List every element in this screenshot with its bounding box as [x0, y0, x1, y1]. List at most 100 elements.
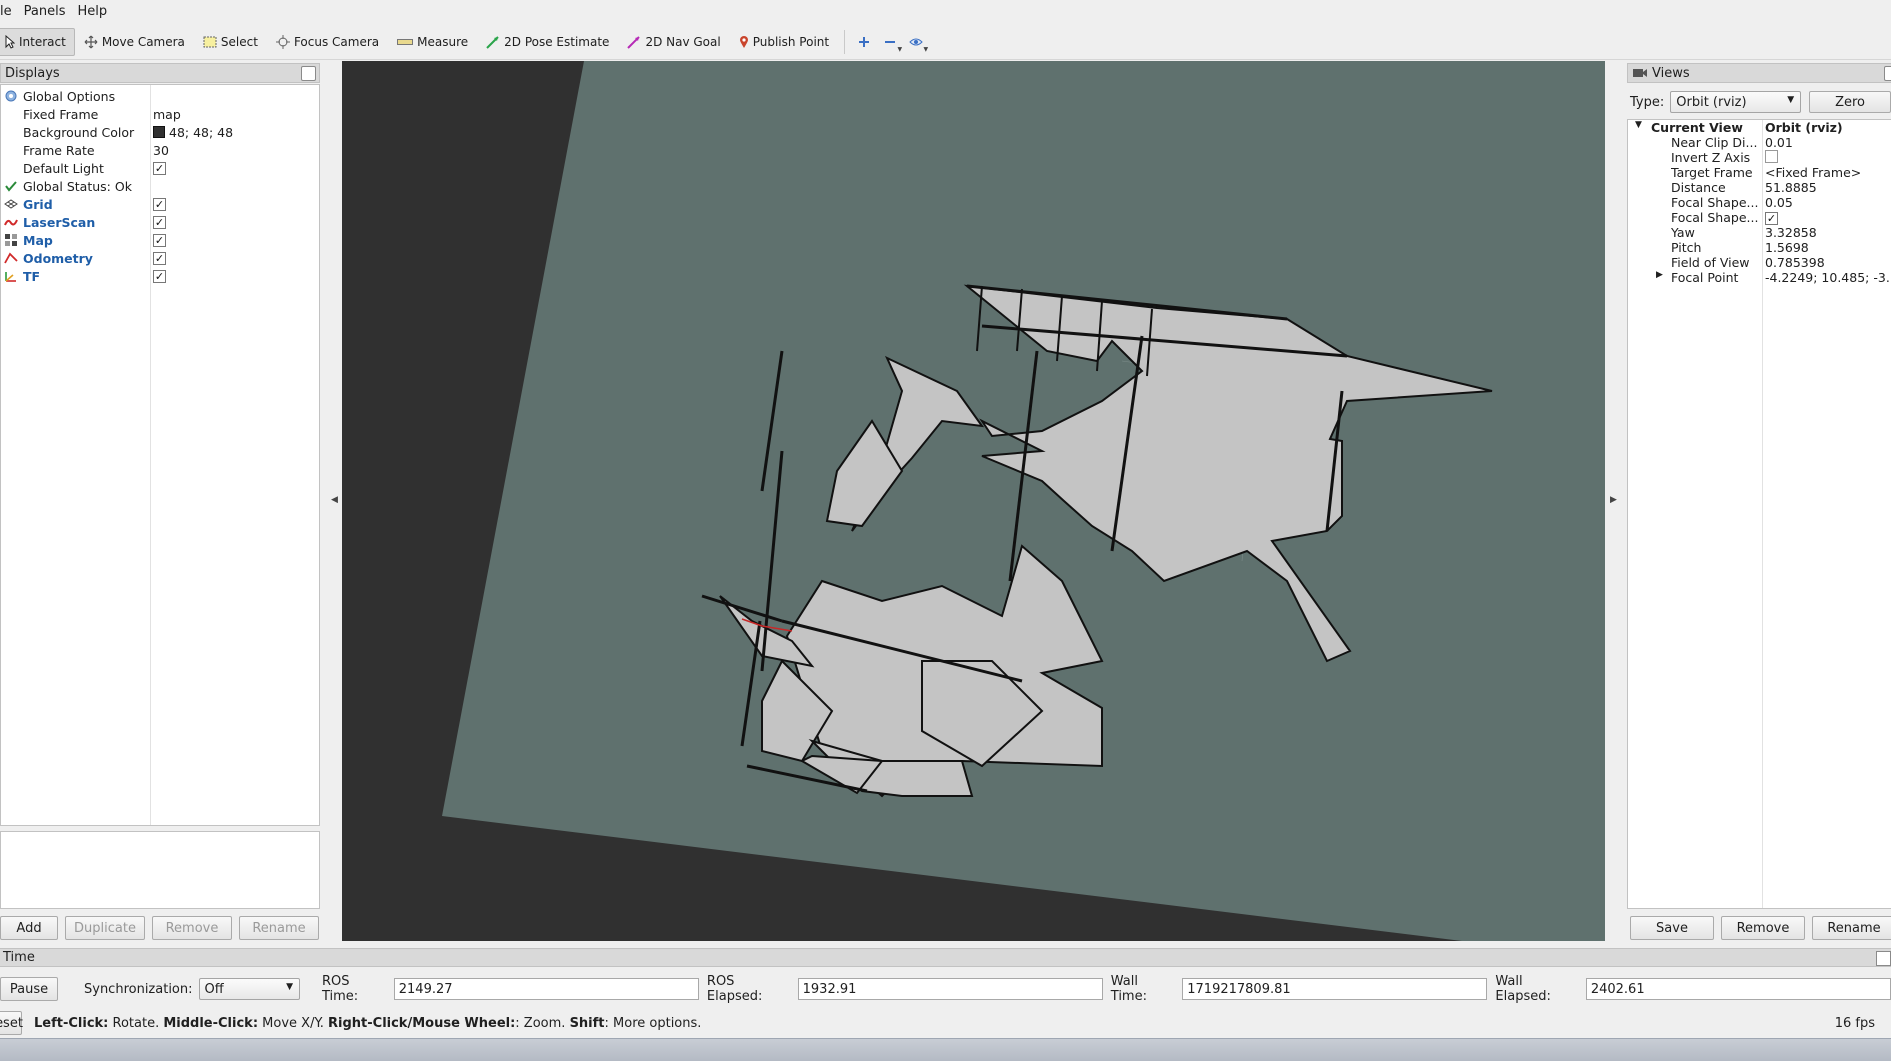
measure-tool-button[interactable]: Measure	[388, 28, 477, 56]
expand-arrow-icon[interactable]: ▼	[1635, 120, 1642, 130]
view-property-label: Yaw	[1671, 225, 1695, 240]
global-options-label: Global Options	[23, 88, 116, 104]
panel-float-button[interactable]	[301, 66, 316, 81]
desktop-taskbar-strip	[0, 1038, 1891, 1061]
view-property-value[interactable]: 0.05	[1765, 195, 1891, 210]
displays-button-row: Add Duplicate Remove Rename	[0, 916, 319, 940]
view-property-value[interactable]: 1.5698	[1765, 240, 1891, 255]
view-property-value[interactable]: 0.01	[1765, 135, 1891, 150]
frame-rate-value[interactable]: 30	[153, 143, 169, 158]
fps-readout: 16 fps	[1834, 1015, 1875, 1031]
view-property-row[interactable]: Near Clip Di... 0.01	[1628, 135, 1891, 150]
expand-arrow-icon[interactable]: ▶	[1656, 270, 1663, 280]
view-property-row[interactable]: Distance 51.8885	[1628, 180, 1891, 195]
ros-time-field[interactable]: 2149.27	[393, 978, 699, 1000]
view-property-row[interactable]: Field of View 0.785398	[1628, 255, 1891, 270]
view-property-value[interactable]: -4.2249; 10.485; -3...	[1765, 270, 1891, 285]
panel-float-button[interactable]	[1884, 66, 1891, 81]
chevron-down-icon: ▼	[897, 45, 903, 53]
duplicate-display-button[interactable]: Duplicate	[65, 916, 145, 940]
pause-button[interactable]: Pause	[0, 977, 58, 1001]
menu-panels[interactable]: Panels	[18, 0, 72, 24]
display-item-checkbox[interactable]: ✓	[153, 197, 166, 211]
remove-tool-button[interactable]: ▼	[877, 29, 903, 55]
tool-visibility-button[interactable]: ▼	[903, 29, 929, 55]
views-button-row: Save Remove Rename	[1630, 916, 1891, 940]
display-item-checkbox[interactable]: ✓	[153, 215, 166, 229]
reset-button[interactable]: eset	[0, 1011, 23, 1035]
view-property-row[interactable]: Focal Shape... ✓	[1628, 210, 1891, 225]
toolbar: Interact Move Camera Select Focus Camera…	[0, 24, 1891, 60]
current-view-row[interactable]: ▼ Current View Orbit (rviz)	[1628, 120, 1891, 135]
default-light-checkbox[interactable]: ✓	[153, 161, 166, 175]
fixed-frame-value[interactable]: map	[153, 107, 181, 122]
fixed-frame-row[interactable]: Fixed Frame map	[1, 105, 319, 123]
view-property-row[interactable]: ▶ Focal Point -4.2249; 10.485; -3...	[1628, 270, 1891, 285]
focus-camera-tool-button[interactable]: Focus Camera	[267, 28, 388, 56]
add-tool-button[interactable]	[851, 29, 877, 55]
default-light-row[interactable]: Default Light ✓	[1, 159, 319, 177]
display-item-odometry[interactable]: Odometry ✓	[1, 249, 319, 267]
publish-point-icon	[739, 35, 748, 48]
view-type-select[interactable]: Orbit (rviz) ▼	[1670, 91, 1802, 113]
current-view-label: Current View	[1651, 120, 1743, 135]
display-item-tf[interactable]: TF ✓	[1, 267, 319, 285]
display-item-grid[interactable]: Grid ✓	[1, 195, 319, 213]
move-camera-tool-button[interactable]: Move Camera	[75, 28, 194, 56]
view-property-value[interactable]: 51.8885	[1765, 180, 1891, 195]
wall-time-field[interactable]: 1719217809.81	[1182, 978, 1488, 1000]
view-property-row[interactable]: Focal Shape... 0.05	[1628, 195, 1891, 210]
panel-float-button[interactable]	[1876, 951, 1891, 966]
menu-help[interactable]: Help	[71, 0, 113, 24]
save-view-button[interactable]: Save	[1630, 916, 1714, 940]
display-item-checkbox[interactable]: ✓	[153, 233, 166, 247]
remove-display-button[interactable]: Remove	[152, 916, 232, 940]
view-property-label: Field of View	[1671, 255, 1750, 270]
background-color-row[interactable]: Background Color 48; 48; 48	[1, 123, 319, 141]
nav-goal-tool-button[interactable]: 2D Nav Goal	[618, 28, 729, 56]
pose-estimate-tool-button[interactable]: 2D Pose Estimate	[477, 28, 618, 56]
interact-tool-button[interactable]: Interact	[0, 27, 75, 56]
minus-icon	[885, 40, 896, 43]
display-item-checkbox[interactable]: ✓	[153, 251, 166, 265]
view-property-value[interactable]: <Fixed Frame>	[1765, 165, 1891, 180]
view-properties-tree[interactable]: ▼ Current View Orbit (rviz) Near Clip Di…	[1627, 119, 1891, 909]
view-property-value[interactable]: 0.785398	[1765, 255, 1891, 270]
global-status-row[interactable]: Global Status: Ok	[1, 177, 319, 195]
view-property-row[interactable]: Target Frame <Fixed Frame>	[1628, 165, 1891, 180]
view-property-row[interactable]: Pitch 1.5698	[1628, 240, 1891, 255]
remove-view-button[interactable]: Remove	[1721, 916, 1805, 940]
zero-view-button[interactable]: Zero	[1809, 91, 1891, 113]
focal-shape-checkbox[interactable]: ✓	[1765, 212, 1778, 225]
sync-select[interactable]: Off ▼	[198, 978, 300, 1000]
time-panel: Pause Synchronization: Off ▼ ROS Time: 2…	[0, 974, 1891, 1004]
background-color-text: 48; 48; 48	[169, 124, 234, 140]
menu-file[interactable]: le	[0, 0, 18, 24]
wall-elapsed-field[interactable]: 2402.61	[1585, 978, 1891, 1000]
view-type-row: Type: Orbit (rviz) ▼ Zero	[1627, 89, 1891, 115]
display-item-laserscan[interactable]: LaserScan ✓	[1, 213, 319, 231]
background-color-value[interactable]: 48; 48; 48	[153, 125, 233, 140]
global-options-row[interactable]: Global Options	[1, 87, 319, 105]
view-property-label: Near Clip Di...	[1671, 135, 1758, 150]
displays-panel-title: Displays	[0, 63, 320, 83]
displays-tree[interactable]: Global Options Fixed Frame map Backgroun…	[0, 84, 320, 826]
rename-display-button[interactable]: Rename	[239, 916, 319, 940]
view-property-row[interactable]: Yaw 3.32858	[1628, 225, 1891, 240]
ros-elapsed-field[interactable]: 1932.91	[797, 978, 1103, 1000]
collapse-left-arrow-icon[interactable]: ◀	[331, 495, 338, 505]
display-item-checkbox[interactable]: ✓	[153, 269, 166, 283]
view-property-row[interactable]: Invert Z Axis	[1628, 150, 1891, 165]
select-tool-button[interactable]: Select	[194, 28, 267, 56]
ground-plane	[442, 61, 1605, 941]
publish-point-tool-button[interactable]: Publish Point	[730, 28, 838, 56]
frame-rate-row[interactable]: Frame Rate 30	[1, 141, 319, 159]
view-property-label: Focal Point	[1671, 270, 1739, 285]
collapse-right-arrow-icon[interactable]: ▶	[1610, 495, 1617, 505]
view-property-value[interactable]: 3.32858	[1765, 225, 1891, 240]
render-viewport[interactable]	[342, 61, 1605, 941]
rename-view-button[interactable]: Rename	[1812, 916, 1891, 940]
display-item-map[interactable]: Map ✓	[1, 231, 319, 249]
add-display-button[interactable]: Add	[0, 916, 58, 940]
invert-z-checkbox[interactable]	[1765, 150, 1778, 163]
